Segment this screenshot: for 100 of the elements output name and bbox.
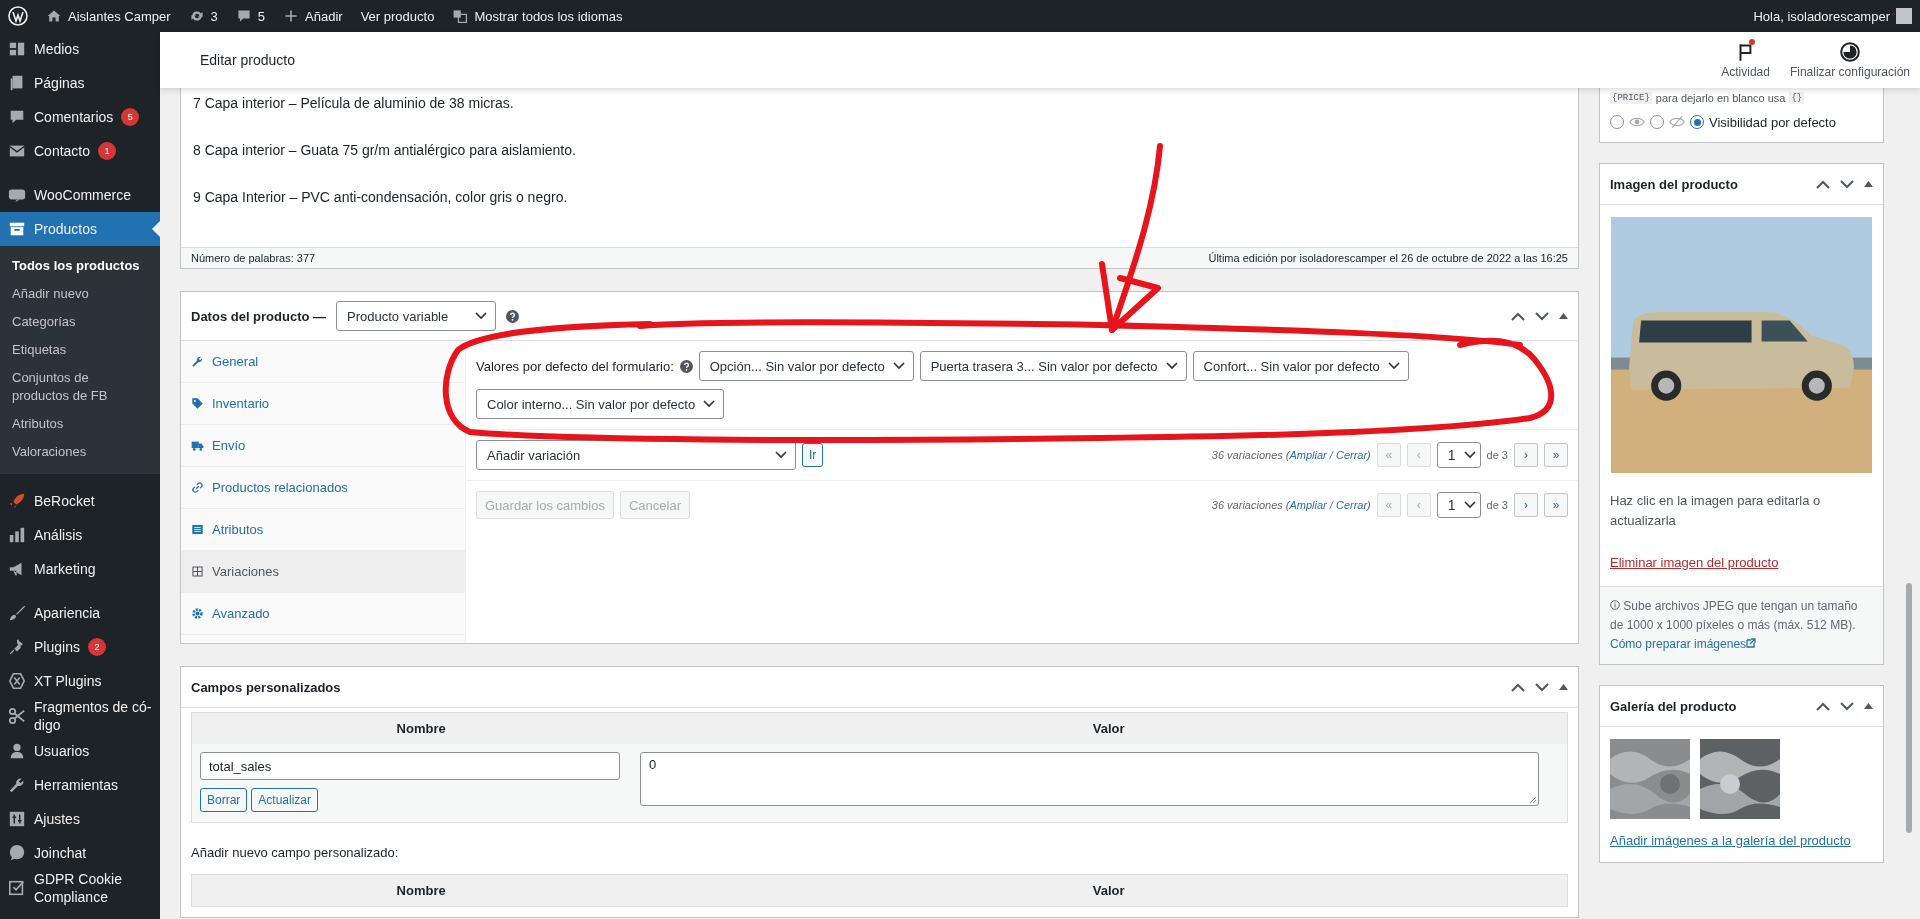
product-type-select[interactable]: Producto variable (336, 301, 497, 331)
sidebar-item[interactable]: GDPR Cookie Compliance (0, 870, 160, 906)
field-action-button[interactable]: Actualizar (251, 788, 319, 812)
sidebar-item[interactable]: XT Plugins (0, 664, 160, 698)
admin-bar-item[interactable]: Aislantes Camper (46, 8, 171, 24)
page-select[interactable]: 1 (1436, 492, 1481, 518)
bar-chart-icon (8, 526, 26, 544)
sidebar-item[interactable]: Marketing (0, 552, 160, 586)
help-icon[interactable] (506, 309, 520, 323)
help-icon[interactable] (679, 359, 693, 373)
admin-bar-item[interactable]: Añadir (283, 8, 343, 24)
sidebar-item[interactable]: WooCommerce (0, 178, 160, 212)
rocket-icon (8, 492, 26, 510)
chevron-up-icon[interactable] (1816, 179, 1830, 189)
product-data-tab[interactable]: Productos relacionados (181, 467, 465, 509)
go-button[interactable]: Ir (802, 443, 824, 467)
remove-image-link[interactable]: Eliminar imagen del producto (1610, 555, 1779, 570)
gear-icon (191, 607, 204, 620)
link-icon (191, 481, 204, 494)
product-data-tab[interactable]: Envío (181, 425, 465, 467)
submenu-item[interactable]: Categorías (0, 308, 160, 336)
sidebar-item[interactable]: Medios (0, 32, 160, 66)
chevron-down-icon[interactable] (1840, 179, 1854, 189)
chevron-down-icon (1165, 362, 1178, 370)
field-value-input[interactable]: 0 (640, 752, 1539, 806)
wrench-icon (191, 355, 204, 368)
chevron-down-icon (1387, 362, 1400, 370)
defaults-label: Valores por defecto del formulario: (476, 358, 674, 374)
add-variation-select[interactable]: Añadir variación (476, 440, 796, 470)
attribute-select[interactable]: Color interno... Sin valor por defecto (476, 389, 725, 419)
triangle-up-icon[interactable] (1864, 703, 1873, 709)
page-title: Editar producto (200, 52, 295, 68)
toggle-link[interactable]: Ampliar (1289, 499, 1327, 511)
sidebar-item[interactable]: Usuarios (0, 734, 160, 768)
admin-bar-item[interactable]: Mostrar todos los idiomas (452, 8, 623, 24)
sliders-icon (8, 810, 26, 828)
sidebar-item[interactable]: Apariencia (0, 596, 160, 630)
chevron-down-icon[interactable] (1535, 311, 1549, 321)
page-nav-button[interactable]: » (1544, 443, 1568, 467)
paragraph: 9 Capa Interior – PVC anti-condensación, color gris o negro. (193, 188, 569, 207)
product-data-tab[interactable]: Inventario (181, 383, 465, 425)
triangle-up-icon[interactable] (1559, 313, 1568, 319)
sidebar-item[interactable]: Productos (0, 212, 160, 246)
chevron-down-icon (703, 400, 716, 408)
attribute-select[interactable]: Confort... Sin valor por defecto (1192, 351, 1409, 381)
greeting-link[interactable]: Hola, isoladorescamper (1753, 8, 1890, 24)
sidebar-item[interactable]: Páginas (0, 66, 160, 100)
radio-label: Visibilidad por defecto (1709, 114, 1836, 130)
box-title: Imagen del producto (1610, 176, 1738, 192)
product-data-tab[interactable]: Avanzado (181, 593, 465, 635)
admin-bar-item[interactable]: Ver producto (360, 8, 435, 24)
product-data-tab[interactable]: General (181, 341, 465, 383)
admin-bar-item[interactable]: 5 (235, 8, 266, 24)
truck-icon (191, 439, 204, 452)
sidebar-item[interactable]: Análisis (0, 518, 160, 552)
admin-bar-item[interactable]: 3 (188, 8, 218, 24)
triangle-up-icon[interactable] (1864, 181, 1873, 187)
sidebar-item[interactable]: Contacto 1 (0, 134, 160, 168)
box-title: Galería del producto (1610, 698, 1737, 714)
page-nav-button[interactable]: › (1514, 493, 1538, 517)
chevron-down-icon[interactable] (1840, 701, 1854, 711)
sidebar-item[interactable]: Comentarios 5 (0, 100, 160, 134)
count-badge: 2 (87, 638, 106, 656)
field-name-input[interactable]: total_sales (200, 752, 620, 780)
submenu-item[interactable]: Todos los productos (0, 252, 160, 280)
attribute-select[interactable]: Puerta trasera 3... Sin valor por defecto (919, 351, 1187, 381)
sidebar-item[interactable]: BeRocket (0, 484, 160, 518)
info-icon (1610, 600, 1620, 610)
sidebar-item[interactable]: Plugins 2 (0, 630, 160, 664)
page-nav-button[interactable]: › (1514, 443, 1538, 467)
sidebar-item[interactable]: Herramientas (0, 768, 160, 802)
field-action-button[interactable]: Borrar (200, 788, 248, 812)
header-action[interactable]: Finalizar configuración (1779, 41, 1920, 79)
variation-count: 36 variaciones (Ampliar / Cerrar) (1211, 449, 1371, 461)
page-nav-button[interactable]: » (1544, 493, 1568, 517)
wordpress-logo-icon (8, 6, 28, 26)
submenu-item[interactable]: Conjuntos de productos de FB (0, 364, 160, 410)
submenu-item[interactable]: Etiquetas (0, 336, 160, 364)
submenu-item[interactable]: Añadir nuevo (0, 280, 160, 308)
chevron-up-icon[interactable] (1816, 701, 1830, 711)
radio-button[interactable] (1610, 115, 1624, 129)
attribute-select[interactable]: Opción... Sin valor por defecto (698, 351, 914, 381)
product-data-tab[interactable]: Variaciones (181, 551, 465, 593)
chevron-up-icon[interactable] (1511, 311, 1525, 321)
submenu-item[interactable]: Atributos (0, 410, 160, 438)
toggle-link[interactable]: Ampliar (1289, 449, 1327, 461)
chevron-up-icon[interactable] (1511, 682, 1525, 692)
sidebar-item[interactable]: Ajustes (0, 802, 160, 836)
header-action[interactable]: Actividad (1711, 41, 1780, 79)
submenu-item[interactable]: Valoraciones (0, 438, 160, 466)
triangle-up-icon[interactable] (1559, 684, 1568, 690)
resize-grip-icon[interactable] (1529, 796, 1537, 804)
radio-button[interactable] (1650, 115, 1664, 129)
help-link[interactable]: Cómo preparar imágenes (1610, 637, 1757, 651)
page-select[interactable]: 1 (1436, 442, 1481, 468)
sidebar-item[interactable]: Fragmentos de có-digo (0, 698, 160, 734)
sidebar-item[interactable]: Joinchat (0, 836, 160, 870)
add-gallery-images-link[interactable]: Añadir imágenes a la galería del producto (1610, 833, 1851, 848)
chevron-down-icon[interactable] (1535, 682, 1549, 692)
radio-button[interactable] (1690, 115, 1704, 129)
